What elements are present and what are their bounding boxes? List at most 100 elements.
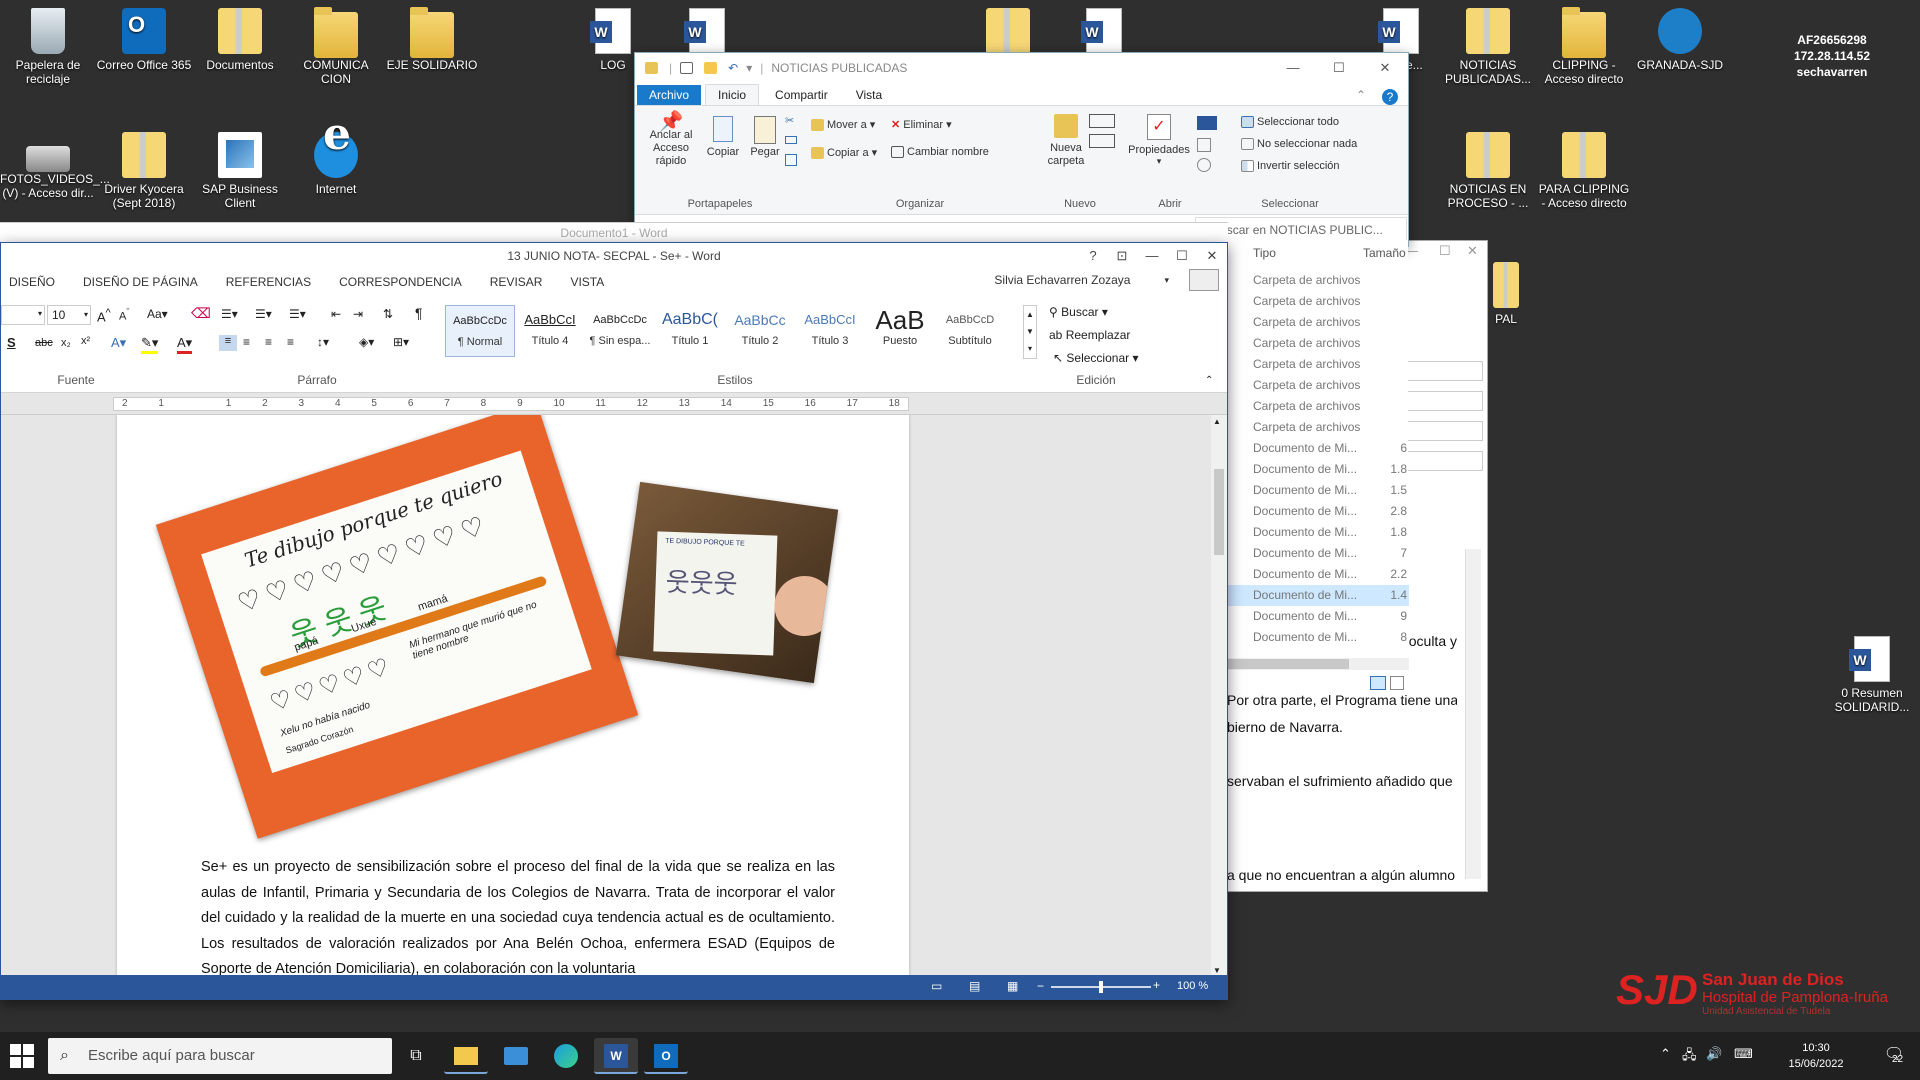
customize-quick-access-icon[interactable]: ▾ xyxy=(746,61,752,75)
desktop-icon-para-clipping[interactable]: PARA CLIPPING - Acceso directo xyxy=(1536,132,1632,210)
underline-icon[interactable]: S xyxy=(7,335,16,350)
maximize-button[interactable]: ☐ xyxy=(1167,243,1197,269)
desktop-icon-granada-sjd[interactable]: GRANADA-SJD xyxy=(1632,8,1728,72)
help-icon[interactable]: ? xyxy=(1382,89,1398,105)
select-button[interactable]: ↖ Seleccionar ▾ xyxy=(1053,351,1138,365)
desktop-icon-internet[interactable]: Internet xyxy=(288,128,384,196)
document-page[interactable]: Te dibujo porque te quiero ♡♡♡♡♡♡♡♡♡ 웃 웃… xyxy=(117,415,909,977)
scrollbar-thumb[interactable] xyxy=(1227,659,1349,669)
justify-icon[interactable]: ≡ xyxy=(287,335,294,349)
tab-compartir[interactable]: Compartir xyxy=(763,85,840,105)
zoom-level[interactable]: 100 % xyxy=(1177,980,1208,992)
desktop-icon-word-doc[interactable] xyxy=(672,8,742,58)
collapse-ribbon-icon[interactable]: ⌃ xyxy=(1205,375,1213,386)
desktop-icon-documentos[interactable]: Documentos xyxy=(192,8,288,72)
desktop-icon-outlook[interactable]: Correo Office 365 xyxy=(96,8,192,72)
scrollbar-thumb[interactable] xyxy=(1214,469,1224,555)
replace-button[interactable]: ab Reemplazar xyxy=(1049,328,1130,342)
file-explorer-taskbar-icon[interactable] xyxy=(444,1038,488,1074)
file-row[interactable]: Documento de Mi... 8 xyxy=(1227,627,1409,648)
ribbon-display-options-button[interactable]: ⊡ xyxy=(1107,243,1137,269)
scroll-up-icon[interactable]: ▲ xyxy=(1213,417,1221,426)
open-with-icon[interactable] xyxy=(1197,116,1217,130)
copy-path-icon[interactable] xyxy=(785,136,797,144)
volume-icon[interactable]: 🔊 xyxy=(1706,1046,1722,1062)
undo-icon[interactable]: ↶ xyxy=(728,61,738,75)
zoom-slider[interactable] xyxy=(1051,981,1151,993)
highlight-icon[interactable]: ✎▾ xyxy=(141,335,159,354)
grow-font-icon[interactable]: A^ xyxy=(97,307,111,324)
text-effects-icon[interactable]: A▾ xyxy=(111,335,126,351)
move-to-button[interactable]: Mover a ▾ xyxy=(811,118,875,132)
file-row[interactable]: Carpeta de archivos xyxy=(1227,312,1409,333)
body-paragraph[interactable]: Se+ es un proyecto de sensibilización so… xyxy=(201,855,835,977)
keyboard-icon[interactable]: ⌨ xyxy=(1734,1046,1753,1062)
document-area[interactable]: Te dibujo porque te quiero ♡♡♡♡♡♡♡♡♡ 웃 웃… xyxy=(1,415,1211,977)
documento1-titlebar[interactable]: Documento1 - Word xyxy=(0,222,1228,244)
multilevel-list-icon[interactable]: ☰▾ xyxy=(289,307,306,321)
vertical-scrollbar[interactable]: ▲ ▼ xyxy=(1211,415,1227,977)
tab-vista[interactable]: VISTA xyxy=(556,275,618,289)
select-all-button[interactable]: Seleccionar todo xyxy=(1241,116,1339,129)
clock[interactable]: 10:30 15/06/2022 xyxy=(1762,1040,1870,1072)
file-row[interactable]: Documento de Mi... 2.2 xyxy=(1227,564,1409,585)
paste-shortcut-icon[interactable] xyxy=(785,154,797,166)
read-mode-icon[interactable]: ▭ xyxy=(931,979,942,993)
bg-close-button[interactable]: ✕ xyxy=(1467,243,1478,259)
desktop-icon-comunicacion[interactable]: COMUNICA CION xyxy=(288,7,384,86)
bullets-icon[interactable]: ☰▾ xyxy=(221,307,238,321)
task-view-icon[interactable]: ⧉ xyxy=(394,1038,438,1074)
rename-button[interactable]: Cambiar nombre xyxy=(891,146,989,159)
network-icon[interactable]: 🖧 xyxy=(1682,1046,1697,1068)
explorer-file-list[interactable]: Tipo Tamaño Carpeta de archivos Carpeta d… xyxy=(1226,240,1409,690)
tab-inicio[interactable]: Inicio xyxy=(705,84,760,105)
desktop-icon-noticias-en-proceso[interactable]: NOTICIAS EN PROCESO - ... xyxy=(1440,132,1536,210)
increase-indent-icon[interactable]: ⇥ xyxy=(353,307,363,321)
edge-taskbar-icon[interactable] xyxy=(544,1038,588,1074)
bg-field[interactable] xyxy=(1403,451,1483,471)
file-row[interactable]: Documento de Mi... 7 xyxy=(1227,543,1409,564)
details-view-icon[interactable] xyxy=(1370,676,1386,690)
tab-diseno-pagina[interactable]: DISEÑO DE PÁGINA xyxy=(69,275,212,289)
scroll-down-icon[interactable]: ▼ xyxy=(1213,966,1221,975)
minimize-button[interactable]: — xyxy=(1270,53,1316,83)
zoom-out-icon[interactable]: − xyxy=(1037,979,1044,993)
file-row[interactable]: Documento de Mi... 1.8 xyxy=(1227,459,1409,480)
zoom-slider-thumb[interactable] xyxy=(1099,981,1103,993)
desktop-icon-clipping[interactable]: CLIPPING - Acceso directo xyxy=(1536,7,1632,86)
file-row[interactable]: Documento de Mi... 6 xyxy=(1227,438,1409,459)
bg-maximize-button[interactable]: ☐ xyxy=(1439,243,1451,259)
paste-button[interactable]: Pegar xyxy=(747,116,783,158)
align-center-icon[interactable]: ≡ xyxy=(243,335,250,349)
chevron-up-icon[interactable]: ⌃ xyxy=(1660,1046,1671,1062)
find-button[interactable]: ⚲ Buscar ▾ xyxy=(1049,305,1108,319)
user-account[interactable]: Silvia Echavarren Zozaya ▾ xyxy=(980,269,1219,291)
style-gallery-item[interactable]: AaBbCc Título 2 xyxy=(725,305,795,357)
desktop-icon-noticias-publicadas[interactable]: NOTICIAS PUBLICADAS... xyxy=(1440,8,1536,86)
properties-icon[interactable] xyxy=(680,62,694,74)
tab-referencias[interactable]: REFERENCIAS xyxy=(212,275,325,289)
desktop-icon-recycle-bin[interactable]: Papelera de reciclaje xyxy=(0,8,96,86)
shading-icon[interactable]: ◈▾ xyxy=(359,335,374,349)
font-size-select[interactable]: 10 ▾ xyxy=(47,305,91,325)
minimize-button[interactable]: — xyxy=(1137,243,1167,269)
invert-selection-button[interactable]: Invertir selección xyxy=(1241,160,1340,173)
style-gallery-item[interactable]: AaBbCcDc ¶ Normal xyxy=(445,305,515,357)
borders-icon[interactable]: ⊞▾ xyxy=(393,335,409,349)
change-case-icon[interactable]: Aa▾ xyxy=(147,307,168,321)
pin-quick-access-button[interactable]: 📌 Anclar al Acceso rápido xyxy=(643,112,699,168)
font-color-icon[interactable]: A▾ xyxy=(177,335,193,354)
zoom-in-icon[interactable]: + xyxy=(1153,978,1160,992)
new-folder-button[interactable]: Nueva carpeta xyxy=(1041,114,1091,168)
desktop-icon-driver-kyocera[interactable]: Driver Kyocera (Sept 2018) xyxy=(96,132,192,210)
file-row[interactable]: Documento de Mi... 1.5 xyxy=(1227,480,1409,501)
style-gallery-item[interactable]: AaB Puesto xyxy=(865,305,935,357)
history-icon[interactable] xyxy=(1197,158,1211,172)
file-row[interactable]: Documento de Mi... 1.4 xyxy=(1227,585,1409,606)
shrink-font-icon[interactable]: Aˇ xyxy=(119,307,129,323)
desktop-icon-eje-solidario[interactable]: EJE SOLIDARIO xyxy=(384,7,480,72)
style-gallery-item[interactable]: AaBbCcI Título 3 xyxy=(795,305,865,357)
horizontal-ruler[interactable]: 2 1 1 2 3 4 5 6 7 8 9 10 11 12 13 14 15 16 17 18 xyxy=(1,393,1227,415)
tab-archivo[interactable]: Archivo xyxy=(637,85,702,105)
bg-field[interactable] xyxy=(1403,361,1483,381)
